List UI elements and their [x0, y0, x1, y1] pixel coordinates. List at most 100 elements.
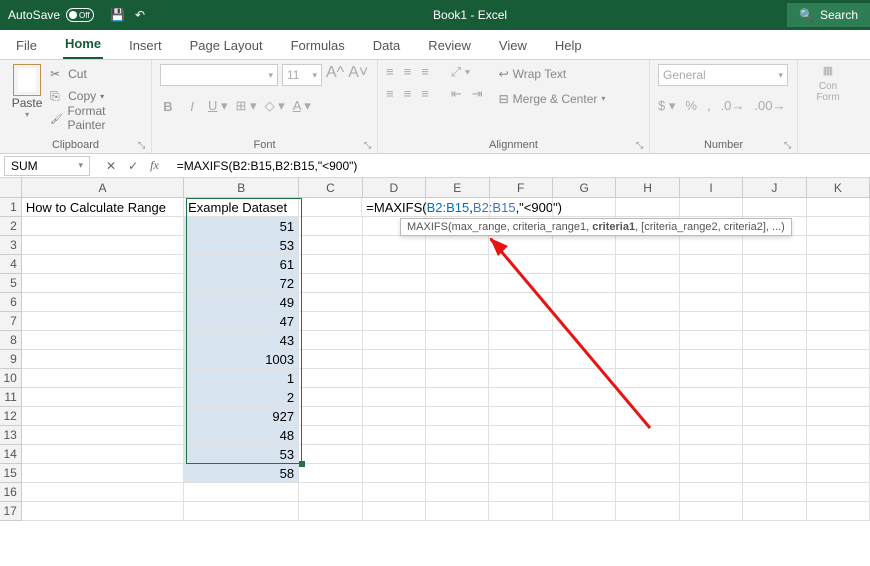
cell[interactable]	[680, 464, 743, 483]
cell[interactable]	[489, 350, 552, 369]
cell[interactable]	[616, 426, 679, 445]
cell[interactable]	[489, 502, 552, 521]
cell[interactable]	[616, 350, 679, 369]
cell[interactable]	[363, 464, 426, 483]
cell[interactable]	[807, 407, 870, 426]
copy-button[interactable]: Copy▾	[50, 86, 143, 106]
row-header[interactable]: 12	[0, 407, 22, 426]
cell[interactable]	[616, 255, 679, 274]
cell[interactable]: 48	[184, 426, 299, 445]
row-header[interactable]: 9	[0, 350, 22, 369]
row-header[interactable]: 5	[0, 274, 22, 293]
comma-button[interactable]: ,	[707, 98, 711, 114]
cell[interactable]	[299, 198, 362, 217]
cell[interactable]	[553, 236, 616, 255]
cell[interactable]	[807, 388, 870, 407]
cell[interactable]	[299, 483, 362, 502]
cell[interactable]	[680, 369, 743, 388]
cell[interactable]	[616, 407, 679, 426]
cell[interactable]	[363, 369, 426, 388]
cell[interactable]	[299, 217, 362, 236]
row-header[interactable]: 13	[0, 426, 22, 445]
cell[interactable]	[299, 331, 362, 350]
cell[interactable]	[807, 350, 870, 369]
row-header[interactable]: 10	[0, 369, 22, 388]
cell[interactable]	[363, 483, 426, 502]
cut-button[interactable]: Cut	[50, 64, 143, 84]
cell[interactable]	[363, 445, 426, 464]
cell[interactable]	[743, 464, 806, 483]
cell[interactable]	[489, 483, 552, 502]
cell[interactable]	[680, 236, 743, 255]
row-header[interactable]: 14	[0, 445, 22, 464]
search-box[interactable]: 🔍 Search	[787, 3, 870, 27]
tab-home[interactable]: Home	[63, 32, 103, 59]
cell[interactable]	[807, 217, 870, 236]
cell[interactable]	[553, 464, 616, 483]
cell[interactable]	[553, 312, 616, 331]
conditional-formatting-icon[interactable]: ▦	[823, 64, 833, 77]
decrease-font-icon[interactable]: A˅	[348, 64, 368, 86]
row-header[interactable]: 17	[0, 502, 22, 521]
cell[interactable]	[807, 445, 870, 464]
cell[interactable]: 49	[184, 293, 299, 312]
cell[interactable]	[426, 388, 489, 407]
cell[interactable]	[743, 198, 806, 217]
cell[interactable]: Example Dataset	[184, 198, 299, 217]
cancel-formula-icon[interactable]: ✕	[106, 159, 116, 173]
cell[interactable]	[807, 369, 870, 388]
cell[interactable]	[743, 312, 806, 331]
cell[interactable]	[22, 464, 184, 483]
font-size-select[interactable]: 11▾	[282, 64, 322, 86]
cell[interactable]	[680, 426, 743, 445]
tab-page-layout[interactable]: Page Layout	[188, 34, 265, 59]
align-left-icon[interactable]: ≡	[386, 86, 394, 102]
cell[interactable]	[299, 502, 362, 521]
cell[interactable]	[299, 464, 362, 483]
cell[interactable]	[22, 369, 184, 388]
cell[interactable]	[553, 198, 616, 217]
cell[interactable]	[489, 274, 552, 293]
increase-font-icon[interactable]: A^	[326, 64, 344, 86]
cell[interactable]	[426, 426, 489, 445]
cell[interactable]: 1003	[184, 350, 299, 369]
cell[interactable]	[363, 293, 426, 312]
cell[interactable]	[299, 255, 362, 274]
cell[interactable]	[363, 312, 426, 331]
cell[interactable]	[299, 236, 362, 255]
bold-button[interactable]: B	[160, 99, 176, 114]
wrap-text-button[interactable]: ↩Wrap Text	[499, 64, 606, 83]
cell[interactable]	[22, 274, 184, 293]
cell[interactable]	[363, 274, 426, 293]
col-header[interactable]: F	[490, 178, 553, 198]
cell[interactable]	[616, 483, 679, 502]
cell[interactable]: 51	[184, 217, 299, 236]
tab-review[interactable]: Review	[426, 34, 473, 59]
cell[interactable]	[616, 445, 679, 464]
cell[interactable]: How to Calculate Range	[22, 198, 184, 217]
cell[interactable]	[22, 483, 184, 502]
cell[interactable]	[426, 312, 489, 331]
cell[interactable]	[553, 445, 616, 464]
cell[interactable]	[807, 274, 870, 293]
cell[interactable]	[22, 255, 184, 274]
cell[interactable]	[616, 464, 679, 483]
cell[interactable]	[680, 407, 743, 426]
cell[interactable]	[426, 350, 489, 369]
cell[interactable]	[743, 388, 806, 407]
merge-center-button[interactable]: ⊟Merge & Center▾	[499, 89, 606, 108]
cell[interactable]	[743, 293, 806, 312]
font-color-button[interactable]: A ▾	[293, 98, 311, 114]
cell[interactable]	[299, 293, 362, 312]
align-top-icon[interactable]: ≡	[386, 64, 394, 80]
cell[interactable]	[807, 331, 870, 350]
cell[interactable]	[743, 445, 806, 464]
cell[interactable]	[680, 255, 743, 274]
cell[interactable]	[363, 502, 426, 521]
cell[interactable]	[184, 502, 299, 521]
cell[interactable]	[363, 331, 426, 350]
increase-indent-icon[interactable]: ⇥	[472, 86, 483, 102]
cell[interactable]	[22, 502, 184, 521]
cell[interactable]: 927	[184, 407, 299, 426]
cell[interactable]	[743, 502, 806, 521]
